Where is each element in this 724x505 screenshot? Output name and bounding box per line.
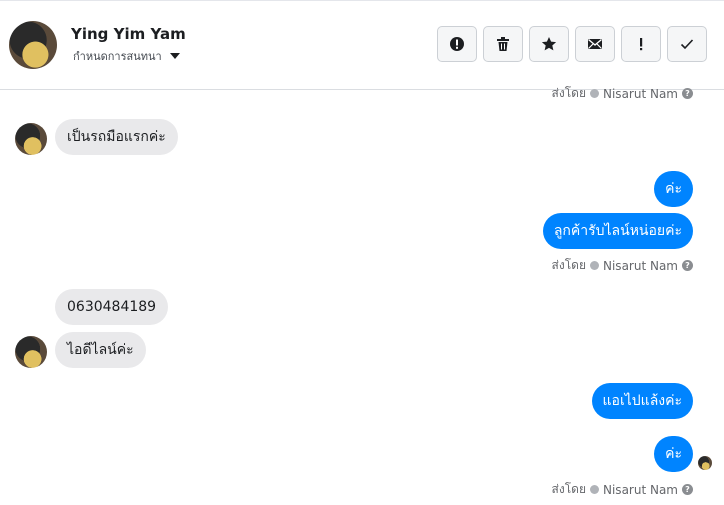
seen-avatar-icon (698, 456, 712, 470)
contact-avatar-small[interactable] (15, 123, 47, 155)
mark-done-button[interactable] (667, 26, 707, 62)
check-icon (680, 39, 694, 50)
outgoing-message[interactable]: ค่ะ (654, 171, 693, 207)
agent-dot-icon (590, 485, 599, 494)
outgoing-message[interactable]: ลูกค้ารับไลน์หน่อยค่ะ (542, 213, 693, 249)
info-icon[interactable]: ? (682, 484, 693, 495)
contact-name[interactable]: Ying Yim Yam (71, 25, 186, 43)
exclamation-icon (640, 38, 643, 51)
schedule-label: กำหนดการสนทนา (73, 50, 162, 63)
agent-name[interactable]: Nisarut Nam (603, 87, 678, 101)
message-list[interactable]: ส่งโดย Nisarut Nam ? เป็นรถมือแรกค่ะ ค่ะ… (0, 86, 724, 505)
header-actions (437, 26, 707, 62)
incoming-message[interactable]: 0630484189 (55, 289, 169, 325)
sent-by-label: ส่งโดย (551, 86, 586, 100)
star-button[interactable] (529, 26, 569, 62)
important-button[interactable] (621, 26, 661, 62)
star-icon (541, 37, 557, 51)
contact-avatar-small[interactable] (15, 336, 47, 368)
sent-by-line: ส่งโดย Nisarut Nam ? (552, 84, 693, 103)
trash-icon (497, 37, 509, 51)
info-icon[interactable]: ? (682, 88, 693, 99)
agent-name[interactable]: Nisarut Nam (603, 259, 678, 273)
sent-by-line: ส่งโดย Nisarut Nam ? (552, 480, 693, 499)
sent-by-line: ส่งโดย Nisarut Nam ? (552, 256, 693, 275)
caret-down-icon (169, 53, 180, 59)
sent-by-label: ส่งโดย (551, 482, 586, 496)
contact-avatar[interactable] (9, 21, 57, 69)
outgoing-message[interactable]: แอเไปแล้งค่ะ (591, 383, 693, 419)
mark-unread-button[interactable] (575, 26, 615, 62)
conversation-schedule-dropdown[interactable]: กำหนดการสนทนา (73, 47, 180, 65)
agent-name[interactable]: Nisarut Nam (603, 483, 678, 497)
incoming-message[interactable]: เป็นรถมือแรกค่ะ (55, 119, 178, 155)
agent-dot-icon (590, 89, 599, 98)
agent-dot-icon (590, 261, 599, 270)
conversation-header: Ying Yim Yam กำหนดการสนทนา (0, 1, 724, 90)
incoming-message[interactable]: ไอดีไลน์ค่ะ (55, 332, 146, 368)
report-button[interactable] (437, 26, 477, 62)
sent-by-label: ส่งโดย (551, 258, 586, 272)
envelope-icon (588, 38, 602, 49)
delete-button[interactable] (483, 26, 523, 62)
alert-circle-icon (450, 37, 464, 51)
info-icon[interactable]: ? (682, 260, 693, 271)
outgoing-message[interactable]: ค่ะ (654, 436, 693, 472)
